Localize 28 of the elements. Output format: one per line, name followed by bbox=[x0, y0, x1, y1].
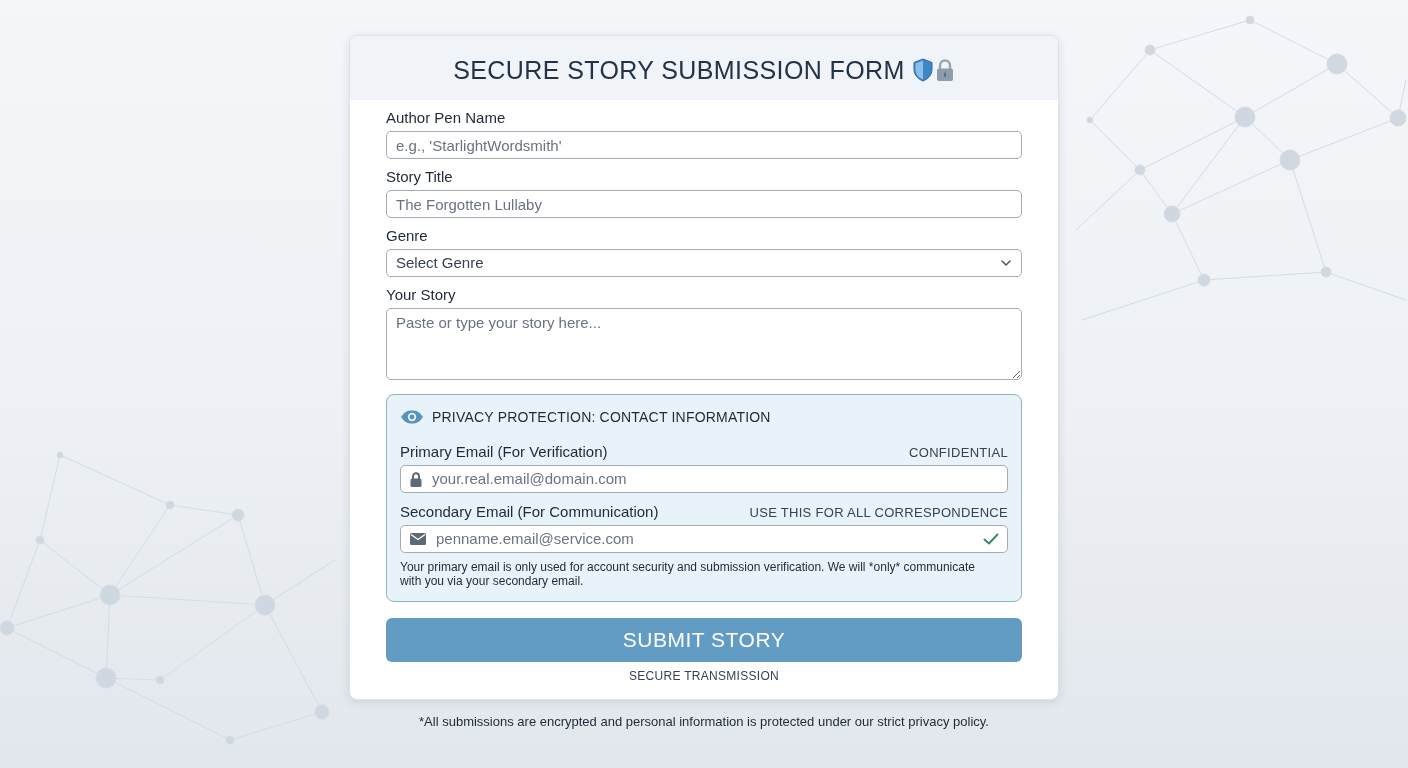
mail-icon bbox=[410, 533, 426, 545]
email-input[interactable]: penname.email@service.com bbox=[436, 527, 973, 551]
lock-icon bbox=[410, 471, 422, 487]
text-input[interactable]: The Forgotten Lullaby bbox=[386, 190, 1022, 218]
chevron-down-icon bbox=[1001, 260, 1011, 266]
footer-note: *All submissions are encrypted and personal information is protected under our strict privacy policy. bbox=[419, 714, 989, 730]
field-label: Story Title bbox=[386, 168, 453, 186]
lock-icon bbox=[934, 58, 955, 82]
email-input[interactable]: your.real.email@domain.com bbox=[432, 467, 999, 491]
form-title: SECURE STORY SUBMISSION FORM bbox=[453, 55, 905, 85]
field-label: Primary Email (For Verification) bbox=[400, 443, 608, 461]
shield-icon bbox=[912, 58, 933, 82]
field-label: Secondary Email (For Communication) bbox=[400, 503, 659, 521]
email-field[interactable]: penname.email@service.com bbox=[400, 525, 1008, 553]
field-label: Your Story bbox=[386, 286, 456, 304]
secure-caption: SECURE TRANSMISSION bbox=[628, 669, 780, 683]
text-input[interactable]: e.g., 'StarlightWordsmith' bbox=[386, 131, 1022, 159]
email-field[interactable]: your.real.email@domain.com bbox=[400, 465, 1008, 493]
field-label: Genre bbox=[386, 227, 428, 245]
check-icon bbox=[983, 533, 999, 545]
genre-select[interactable]: Select Genre bbox=[386, 249, 1022, 277]
privacy-notice: Your primary email is only used for account security and submission verification. We will *only* communicate with you via your secondary email. bbox=[400, 560, 976, 588]
field-note: CONFIDENTIAL bbox=[909, 445, 1008, 461]
story-textarea[interactable]: Paste or type your story here... bbox=[386, 308, 1022, 380]
field-note: USE THIS FOR ALL CORRESPONDENCE bbox=[749, 505, 1008, 521]
field-label: Author Pen Name bbox=[386, 109, 506, 127]
panel-title: PRIVACY PROTECTION: CONTACT INFORMATION bbox=[432, 408, 771, 426]
eye-icon bbox=[400, 410, 424, 424]
